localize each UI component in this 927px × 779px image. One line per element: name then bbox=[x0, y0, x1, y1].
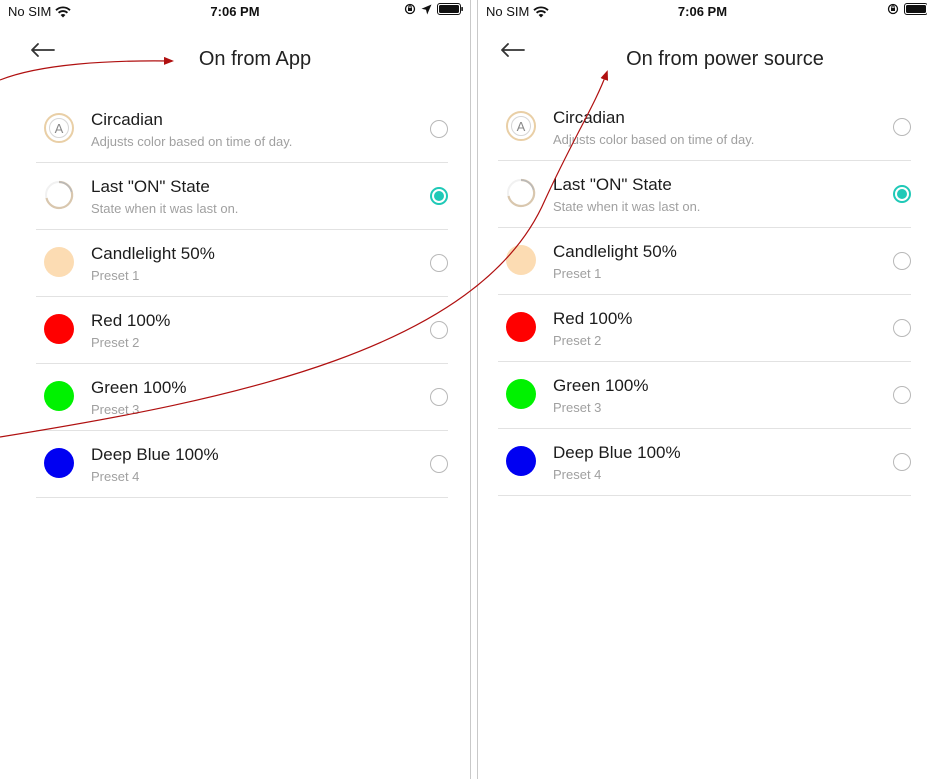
status-time: 7:06 PM bbox=[677, 4, 728, 19]
option-row-red[interactable]: Red 100% Preset 2 bbox=[498, 295, 911, 362]
candlelight-swatch-icon bbox=[506, 245, 536, 275]
green-swatch-icon bbox=[506, 379, 536, 409]
nav-bar: On from power source bbox=[478, 22, 927, 78]
candlelight-swatch-icon bbox=[44, 247, 74, 277]
option-row-deep-blue[interactable]: Deep Blue 100% Preset 4 bbox=[36, 431, 448, 498]
radio-button[interactable] bbox=[893, 252, 911, 270]
option-title: Red 100% bbox=[91, 311, 171, 330]
status-bar: No SIM 7:06 PM bbox=[0, 0, 470, 22]
option-row-candlelight[interactable]: Candlelight 50% Preset 1 bbox=[36, 230, 448, 297]
screen-on-from-power-source: No SIM 7:06 PM On from power source A Ci… bbox=[477, 0, 927, 779]
radio-button[interactable] bbox=[430, 388, 448, 406]
red-swatch-icon bbox=[506, 312, 536, 342]
option-row-last-state[interactable]: Last "ON" State State when it was last o… bbox=[36, 163, 448, 230]
option-subtitle: Preset 3 bbox=[553, 400, 602, 415]
option-title: Last "ON" State bbox=[91, 177, 210, 196]
option-subtitle: Preset 1 bbox=[553, 266, 602, 281]
radio-button-selected[interactable] bbox=[893, 185, 911, 203]
circadian-icon-letter: A bbox=[54, 120, 64, 136]
orientation-lock-icon bbox=[404, 3, 416, 15]
option-subtitle: Preset 1 bbox=[91, 268, 140, 283]
option-subtitle: Preset 4 bbox=[553, 467, 602, 482]
status-indicators bbox=[404, 3, 464, 15]
option-title: Deep Blue 100% bbox=[553, 443, 681, 462]
radio-button[interactable] bbox=[430, 120, 448, 138]
blue-swatch-icon bbox=[506, 446, 536, 476]
battery-icon bbox=[437, 3, 463, 15]
radio-button[interactable] bbox=[893, 319, 911, 337]
green-swatch-icon bbox=[44, 381, 74, 411]
option-subtitle: State when it was last on. bbox=[91, 201, 239, 216]
option-subtitle: State when it was last on. bbox=[553, 199, 701, 214]
option-title: Green 100% bbox=[553, 376, 649, 395]
option-row-circadian[interactable]: A Circadian Adjusts color based on time … bbox=[36, 96, 448, 163]
option-title: Candlelight 50% bbox=[91, 244, 215, 263]
option-row-candlelight[interactable]: Candlelight 50% Preset 1 bbox=[498, 228, 911, 295]
option-title: Candlelight 50% bbox=[553, 242, 677, 261]
nav-bar: On from App bbox=[0, 22, 470, 78]
option-title: Last "ON" State bbox=[553, 175, 672, 194]
option-title: Green 100% bbox=[91, 378, 187, 397]
option-row-deep-blue[interactable]: Deep Blue 100% Preset 4 bbox=[498, 429, 911, 496]
status-indicators bbox=[887, 3, 927, 15]
status-time: 7:06 PM bbox=[210, 4, 260, 19]
option-row-green[interactable]: Green 100% Preset 3 bbox=[498, 362, 911, 429]
radio-button[interactable] bbox=[893, 118, 911, 136]
battery-icon bbox=[904, 3, 927, 15]
radio-button[interactable] bbox=[430, 455, 448, 473]
circadian-icon: A bbox=[44, 113, 74, 143]
page-title: On from App bbox=[198, 48, 312, 70]
option-subtitle: Preset 2 bbox=[91, 335, 140, 350]
blue-swatch-icon bbox=[44, 448, 74, 478]
radio-button[interactable] bbox=[893, 453, 911, 471]
red-swatch-icon bbox=[44, 314, 74, 344]
option-subtitle: Preset 4 bbox=[91, 469, 140, 484]
radio-button-selected[interactable] bbox=[430, 187, 448, 205]
screen-on-from-app: No SIM 7:06 PM On from App A Circadian A… bbox=[0, 0, 471, 779]
option-title: Red 100% bbox=[553, 309, 633, 328]
radio-button[interactable] bbox=[430, 321, 448, 339]
location-arrow-icon bbox=[421, 4, 432, 14]
last-state-icon bbox=[506, 178, 536, 208]
option-subtitle: Adjusts color based on time of day. bbox=[91, 134, 293, 149]
circadian-icon: A bbox=[506, 111, 536, 141]
option-row-green[interactable]: Green 100% Preset 3 bbox=[36, 364, 448, 431]
option-subtitle: Preset 3 bbox=[91, 402, 140, 417]
option-subtitle: Preset 2 bbox=[553, 333, 602, 348]
option-list: A Circadian Adjusts color based on time … bbox=[36, 96, 448, 498]
option-subtitle: Adjusts color based on time of day. bbox=[553, 132, 755, 147]
option-row-red[interactable]: Red 100% Preset 2 bbox=[36, 297, 448, 364]
last-state-icon bbox=[44, 180, 74, 210]
circadian-icon-letter: A bbox=[516, 118, 526, 134]
status-bar: No SIM 7:06 PM bbox=[478, 0, 927, 22]
option-row-last-state[interactable]: Last "ON" State State when it was last o… bbox=[498, 161, 911, 228]
radio-button[interactable] bbox=[430, 254, 448, 272]
option-list: A Circadian Adjusts color based on time … bbox=[498, 94, 911, 496]
option-row-circadian[interactable]: A Circadian Adjusts color based on time … bbox=[498, 94, 911, 161]
option-title: Circadian bbox=[553, 108, 625, 127]
orientation-lock-icon bbox=[887, 3, 899, 15]
option-title: Circadian bbox=[91, 110, 163, 129]
option-title: Deep Blue 100% bbox=[91, 445, 219, 464]
page-title: On from power source bbox=[626, 48, 824, 70]
radio-button[interactable] bbox=[893, 386, 911, 404]
